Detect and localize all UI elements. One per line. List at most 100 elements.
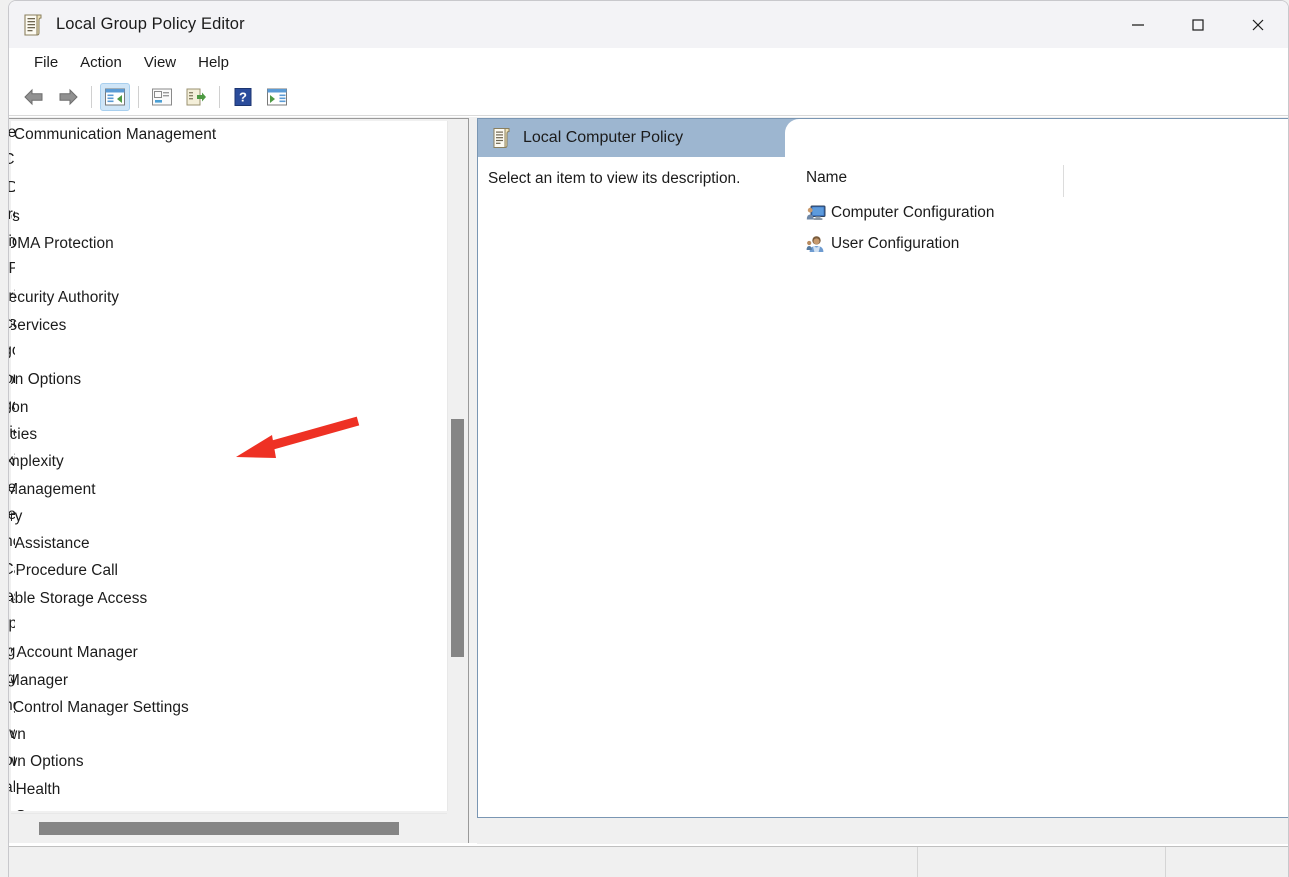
description-text: Select an item to view its description. [488, 170, 741, 187]
toolbar: ? [9, 78, 1288, 116]
tree-item-label: Mitigation Options [11, 371, 82, 389]
tree-item-kernel-dma-protection[interactable]: Kernel DMA Protection [11, 230, 447, 257]
tree-item-removable-storage-access[interactable]: Removable Storage Access [11, 585, 447, 612]
details-pane-box: Local Computer Policy Select an item to … [477, 118, 1288, 818]
details-pane: Local Computer Policy Select an item to … [477, 118, 1288, 844]
title-bar: Local Group Policy Editor [9, 1, 1288, 48]
tree-item-label: Locale Services [11, 316, 67, 334]
tree-item-os-policies[interactable]: OS Policies [11, 421, 447, 448]
policy-scroll-icon [22, 13, 44, 37]
tree-item-shutdown-options[interactable]: Shutdown Options [11, 749, 447, 776]
tree-item-label: Service Control Manager Settings [11, 698, 189, 716]
tree-item-iscsi[interactable]: iSCSI [11, 148, 447, 175]
computer-configuration-icon [806, 203, 826, 223]
details-pane-content: Select an item to view its description. … [478, 157, 1288, 817]
tree-item-label: Remote Procedure Call [11, 562, 119, 580]
tree-item-label: Local Security Authority [11, 289, 120, 307]
svg-text:?: ? [239, 89, 247, 104]
tree-item-label: Storage Sense [11, 808, 59, 811]
tree-item-remote-assistance[interactable]: Remote Assistance [11, 530, 447, 557]
tree-horizontal-scrollbar-thumb[interactable] [39, 822, 399, 835]
menu-bar: File Action View Help [9, 48, 1288, 78]
tree-item-recovery[interactable]: Recovery [11, 503, 447, 530]
export-list-button[interactable] [181, 83, 211, 111]
column-header-name[interactable]: Name [806, 169, 847, 187]
tree-item-storage-health[interactable]: Storage Health [11, 776, 447, 803]
window-controls [1108, 1, 1288, 48]
tree-item-storage-sense[interactable]: Storage Sense [11, 803, 447, 811]
details-pane-header: Local Computer Policy [478, 119, 1288, 157]
tree-item-internet-communication-management[interactable]: Internet Communication Management [11, 121, 447, 148]
tree-item-label: Server Manager [11, 671, 69, 689]
policy-scroll-icon [492, 127, 512, 149]
tree-item-mitigation-options[interactable]: Mitigation Options [11, 367, 447, 394]
menu-help[interactable]: Help [187, 51, 240, 74]
tree-item-security-account-manager[interactable]: Security Account Manager [11, 640, 447, 667]
tree-item-pin-complexity[interactable]: PIN Complexity [11, 449, 447, 476]
menu-file[interactable]: File [23, 51, 69, 74]
tree-item-power-management[interactable]: Power Management [11, 476, 447, 503]
tree-item-locale-services[interactable]: Locale Services [11, 312, 447, 339]
window-title: Local Group Policy Editor [56, 15, 245, 33]
menu-action[interactable]: Action [69, 51, 133, 74]
tree-item-service-control-manager-settings[interactable]: Service Control Manager Settings [11, 694, 447, 721]
tree-item-logon[interactable]: Logon [11, 339, 447, 366]
tree-horizontal-scrollbar[interactable] [11, 813, 447, 843]
tree-item-label: Net Logon [11, 398, 29, 416]
tree-vertical-scrollbar[interactable] [447, 121, 466, 811]
status-bar-cell [917, 847, 1165, 877]
status-bar-message [9, 847, 917, 877]
tree-item-label: Storage Health [11, 780, 61, 798]
back-button[interactable] [19, 83, 49, 111]
tree-item-server-manager[interactable]: Server Manager [11, 667, 447, 694]
toolbar-separator [219, 85, 220, 108]
header-notch [785, 119, 1288, 157]
column-divider[interactable] [1063, 165, 1064, 197]
details-pane-title: Local Computer Policy [523, 129, 684, 146]
menu-view[interactable]: View [133, 51, 187, 74]
status-bar [9, 846, 1288, 877]
tree-item-local-security-authority[interactable]: Local Security Authority [11, 285, 447, 312]
list-item-label: Computer Configuration [831, 204, 995, 221]
tree-item-label: OS Policies [11, 425, 38, 443]
tree-item-label: Kerberos [11, 207, 20, 225]
tree-item-label: PIN Complexity [11, 453, 64, 471]
toolbar-separator [138, 85, 139, 108]
main-window: Local Group Policy Editor File Action Vi… [8, 0, 1289, 877]
minimize-button[interactable] [1108, 1, 1168, 48]
tree-item-label: Removable Storage Access [11, 589, 148, 607]
console-tree-pane: Internet Communication Management iSCSIKD… [9, 118, 469, 843]
show-hide-console-tree-button[interactable] [100, 82, 130, 111]
tree-item-shutdown[interactable]: Shutdown [11, 722, 447, 749]
maximize-button[interactable] [1168, 1, 1228, 48]
tree-vertical-scrollbar-thumb[interactable] [451, 419, 464, 657]
tree-item-label: Recovery [11, 507, 23, 525]
user-configuration-icon [806, 234, 826, 254]
tree-item-label: Power Management [11, 480, 96, 498]
tree-item-label: Remote Assistance [11, 535, 90, 553]
items-list: Name Computer Configuration User Configu… [800, 157, 1288, 817]
tree-rows-container: Internet Communication Management iSCSIKD… [11, 121, 447, 811]
list-item[interactable]: User Configuration [806, 230, 959, 258]
tree-item-kdc[interactable]: KDC [11, 176, 447, 203]
tree-item-label: Kernel DMA Protection [11, 234, 114, 252]
tree-item-label: Shutdown Options [11, 753, 84, 771]
tree-item-label: Shutdown [11, 726, 26, 744]
help-button[interactable]: ? [228, 83, 258, 111]
tree-view[interactable]: Internet Communication Management iSCSIKD… [11, 121, 447, 811]
show-action-pane-button[interactable] [262, 83, 292, 111]
tree-item-laps[interactable]: LAPS [11, 257, 447, 284]
tree-item-label: Security Account Manager [11, 644, 138, 662]
tree-item-scripts[interactable]: Scripts [11, 612, 447, 639]
tree-item-remote-procedure-call[interactable]: Remote Procedure Call [11, 558, 447, 585]
forward-button[interactable] [53, 83, 83, 111]
list-item[interactable]: Computer Configuration [806, 199, 994, 227]
content-area: Internet Communication Management iSCSIKD… [9, 117, 1288, 844]
list-item-label: User Configuration [831, 235, 960, 252]
tree-item-label: Internet Communication Management [11, 125, 217, 143]
close-button[interactable] [1228, 1, 1288, 48]
tree-item-kerberos[interactable]: Kerberos [11, 203, 447, 230]
status-bar-cell [1165, 847, 1288, 877]
properties-button[interactable] [147, 83, 177, 111]
tree-item-net-logon[interactable]: Net Logon [11, 394, 447, 421]
